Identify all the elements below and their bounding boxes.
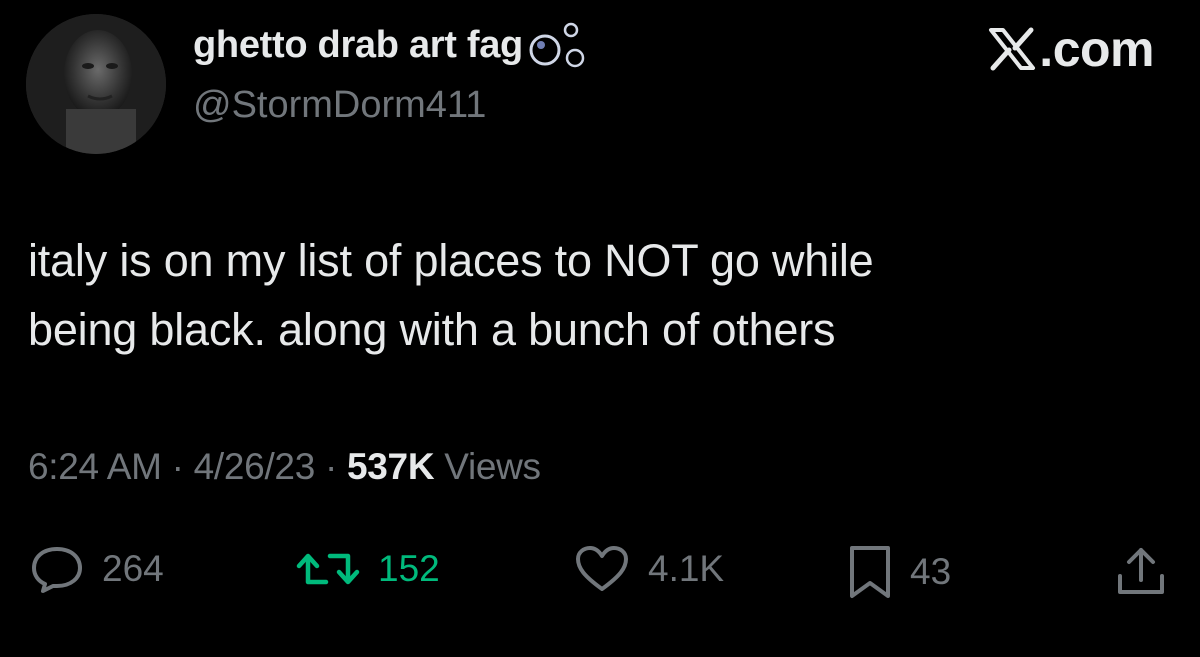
brand-mark: .com: [987, 20, 1154, 78]
tweet-date[interactable]: 4/26/23: [194, 446, 316, 487]
tweet-line-2: being black. along with a bunch of other…: [28, 304, 836, 355]
tweet-meta: 6:24 AM · 4/26/23 · 537K Views: [28, 446, 541, 488]
meta-separator: ·: [161, 446, 194, 487]
avatar-image: [26, 14, 166, 154]
share-icon: [1118, 548, 1164, 594]
avatar[interactable]: [26, 14, 166, 154]
bookmark-button[interactable]: 43: [848, 544, 951, 600]
reply-count: 264: [102, 548, 164, 589]
share-button[interactable]: [1114, 544, 1168, 598]
like-count: 4.1K: [648, 548, 725, 589]
meta-separator: ·: [315, 446, 347, 487]
brand-text: .com: [1039, 21, 1154, 77]
retweet-button[interactable]: 152: [296, 544, 440, 594]
views-label: Views: [434, 446, 541, 487]
like-button[interactable]: 4.1K: [574, 544, 724, 594]
tweet-text: italy is on my list of places to NOT go …: [28, 226, 1148, 364]
bookmark-count: 43: [910, 551, 952, 592]
views-count[interactable]: 537K: [347, 446, 435, 487]
tweet-time[interactable]: 6:24 AM: [28, 446, 162, 487]
author-name-row[interactable]: ghetto drab art fag: [193, 18, 591, 72]
bubbles-icon: [529, 22, 585, 68]
bookmark-icon: [850, 546, 890, 598]
heart-icon: [576, 546, 628, 591]
tweet-line-1: italy is on my list of places to NOT go …: [28, 235, 874, 286]
reply-button[interactable]: 264: [30, 544, 164, 594]
retweet-icon: [296, 553, 360, 585]
display-name[interactable]: ghetto drab art fag: [193, 24, 523, 67]
retweet-count: 152: [378, 548, 440, 589]
author-handle[interactable]: @StormDorm411: [193, 84, 486, 127]
reply-icon: [32, 547, 82, 593]
x-logo-icon: [989, 27, 1036, 71]
